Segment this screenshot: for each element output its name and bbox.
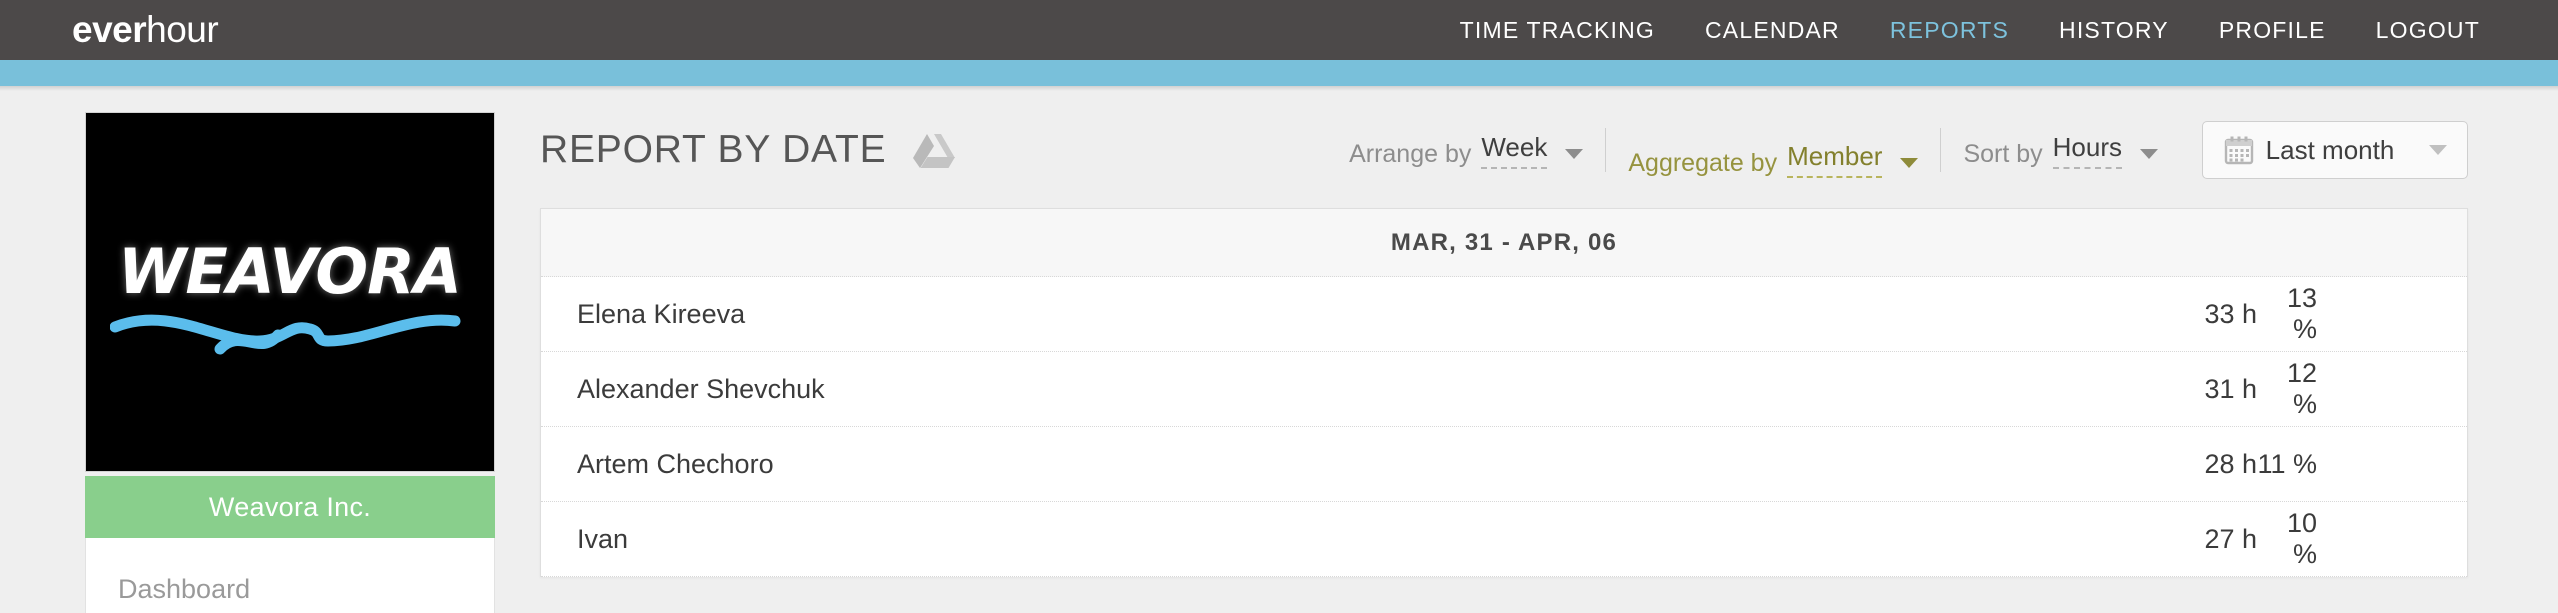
strip-shadow	[0, 86, 2558, 91]
member-percent: 10 %	[2286, 508, 2317, 569]
member-hours: 28 h	[2204, 448, 2257, 479]
brand-bold-text: ever	[72, 9, 147, 50]
report-period-header: MAR, 31 - APR, 06	[541, 209, 2467, 277]
sort-by-control[interactable]: Sort by Hours	[1941, 132, 2180, 169]
member-hours: 33 h	[2204, 298, 2257, 329]
report-period-label: MAR, 31 - APR, 06	[1390, 228, 1618, 256]
aggregate-by-control[interactable]: Aggregate by Member	[1606, 122, 1940, 178]
nav-item-history[interactable]: HISTORY	[2059, 17, 2169, 44]
sort-by-value[interactable]: Hours	[2052, 132, 2122, 169]
member-name: Alexander Shevchuk	[577, 373, 825, 404]
chevron-down-icon[interactable]	[2140, 148, 2158, 159]
member-name: Artem Chechoro	[577, 448, 774, 479]
date-range-selector[interactable]: Last month	[2202, 121, 2468, 179]
aggregate-by-value[interactable]: Member	[1787, 141, 1883, 178]
company-logo-card: WEAVORA	[85, 112, 495, 472]
chevron-down-icon[interactable]	[1565, 148, 1584, 159]
main-content: REPORT BY DATE Arrange by Week Aggregate…	[540, 112, 2558, 577]
member-hours: 31 h	[2204, 373, 2257, 404]
date-range-value: Last month	[2265, 134, 2395, 165]
aggregate-by-label: Aggregate by	[1628, 149, 1778, 177]
table-row[interactable]: Alexander Shevchuk 31 h 12 %	[541, 352, 2467, 427]
member-name: Elena Kireeva	[577, 298, 746, 329]
sidebar: WEAVORA Weavora Inc. Dashboard	[85, 112, 495, 613]
nav-item-logout[interactable]: LOGOUT	[2376, 17, 2480, 44]
member-percent: 13 %	[2286, 283, 2317, 344]
table-row[interactable]: Artem Chechoro 28 h 11 %	[541, 427, 2467, 502]
member-name: Ivan	[577, 523, 629, 554]
nav-item-calendar[interactable]: CALENDAR	[1705, 17, 1840, 44]
sidebar-item-dashboard[interactable]: Dashboard	[86, 566, 494, 613]
company-name-label: Weavora Inc.	[208, 491, 372, 522]
nav-item-profile[interactable]: PROFILE	[2219, 17, 2326, 44]
arrange-by-value[interactable]: Week	[1481, 132, 1548, 169]
member-percent: 12 %	[2286, 358, 2317, 419]
member-hours: 27 h	[2204, 523, 2257, 554]
everhour-logo[interactable]: everhour	[72, 9, 219, 51]
sort-by-label: Sort by	[1963, 139, 2043, 168]
top-navigation-bar: everhour TIME TRACKING CALENDAR REPORTS …	[0, 0, 2558, 60]
google-drive-icon[interactable]	[912, 131, 956, 169]
nav-item-reports[interactable]: REPORTS	[1890, 17, 2009, 44]
company-name-bar[interactable]: Weavora Inc.	[85, 476, 495, 538]
weavora-wave-icon	[110, 314, 461, 355]
report-controls: Arrange by Week Aggregate by Member Sort…	[1327, 121, 2468, 179]
chevron-down-icon[interactable]	[1900, 158, 1919, 168]
member-percent: 11 %	[2257, 448, 2317, 479]
brand-thin-text: hour	[146, 9, 219, 50]
report-table: MAR, 31 - APR, 06 Elena Kireeva 33 h 13 …	[540, 208, 2468, 577]
chevron-down-icon[interactable]	[2429, 145, 2447, 155]
table-row[interactable]: Ivan 27 h 10 %	[541, 502, 2467, 577]
main-nav: TIME TRACKING CALENDAR REPORTS HISTORY P…	[1460, 17, 2480, 44]
accent-strip	[0, 60, 2558, 86]
arrange-by-label: Arrange by	[1349, 139, 1472, 168]
arrange-by-control[interactable]: Arrange by Week	[1327, 132, 1605, 169]
sidebar-menu: Dashboard	[85, 538, 495, 613]
page-title: REPORT BY DATE	[540, 128, 887, 171]
page-header: REPORT BY DATE Arrange by Week Aggregate…	[540, 112, 2558, 188]
nav-item-time-tracking[interactable]: TIME TRACKING	[1460, 17, 1655, 44]
table-row[interactable]: Elena Kireeva 33 h 13 %	[541, 277, 2467, 352]
